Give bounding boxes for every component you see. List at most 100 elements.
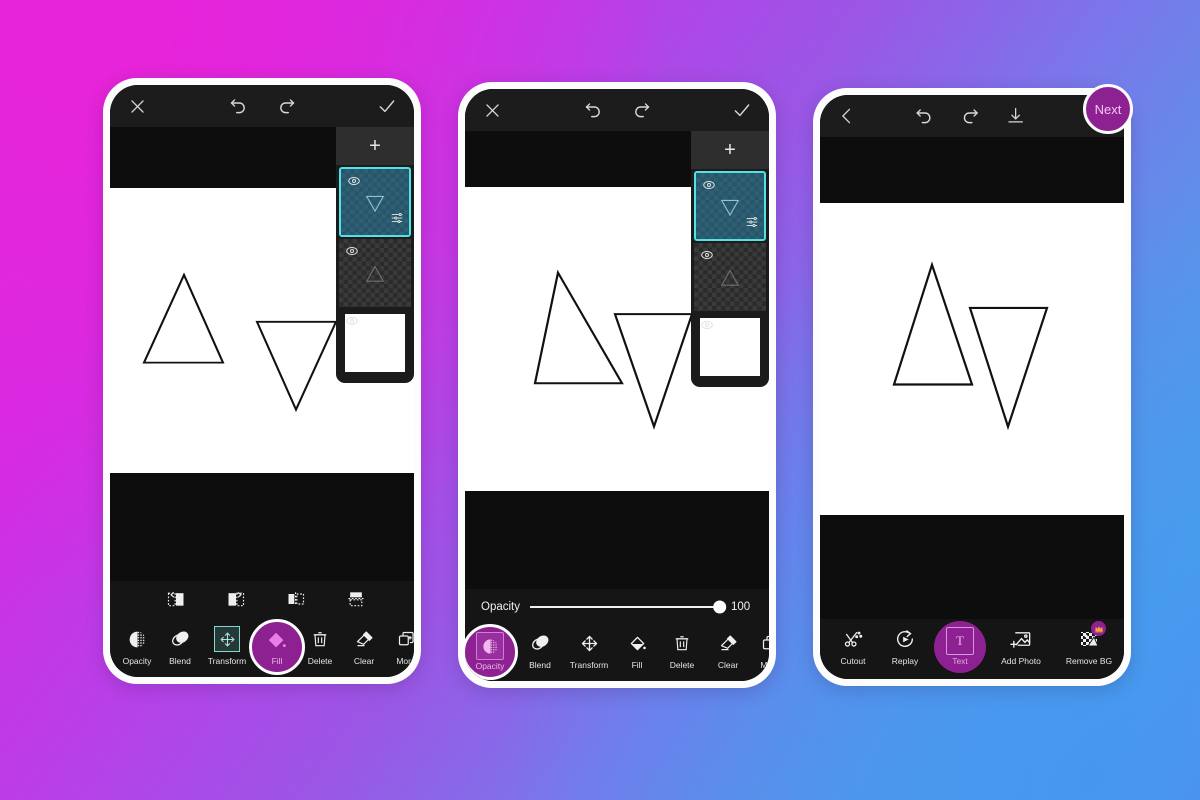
opacity-slider-row: Opacity 100 — [465, 589, 769, 625]
tool-blend[interactable]: Blend — [158, 626, 202, 666]
layer-item[interactable] — [694, 171, 766, 241]
tool-label: Clear — [717, 660, 739, 670]
phone-mockup-2: + Opacity 100 Opacity Blend Transform Fi… — [458, 82, 776, 688]
phone-1-workspace: + — [110, 127, 414, 581]
check-icon[interactable] — [729, 97, 755, 123]
layer-item[interactable] — [694, 243, 766, 311]
layer-adjust-icon[interactable] — [390, 211, 404, 230]
back-icon[interactable] — [834, 103, 860, 129]
blend-icon — [169, 626, 191, 652]
phone-2-workspace: + — [465, 131, 769, 589]
next-button[interactable]: Next — [1083, 84, 1133, 134]
close-icon[interactable] — [479, 97, 505, 123]
phone-mockup-1: + Opacity Blend Transform Fill Delete Cl… — [103, 78, 421, 684]
eye-icon[interactable] — [345, 314, 359, 333]
canvas-shapes — [892, 261, 1049, 431]
phone-1-tools-row: Opacity Blend Transform Fill Delete Clea… — [110, 619, 414, 677]
phone-2-screen: + Opacity 100 Opacity Blend Transform Fi… — [465, 89, 769, 681]
tool-label: More — [760, 660, 769, 670]
phone-2-history-controls — [580, 89, 654, 131]
tool-more[interactable]: More — [751, 630, 769, 670]
tool-transform[interactable]: Transform — [202, 626, 252, 666]
tool-more[interactable]: More — [386, 626, 414, 666]
phone-3-canvas[interactable] — [820, 203, 1124, 515]
eye-icon[interactable] — [345, 244, 359, 263]
text-highlight-button[interactable]: T Text — [934, 621, 986, 673]
flip-vertical-icon[interactable] — [346, 589, 366, 614]
tool-cutout[interactable]: Cutout — [828, 626, 878, 666]
close-icon[interactable] — [124, 93, 150, 119]
add-layer-button[interactable]: + — [336, 127, 414, 165]
eye-icon[interactable] — [347, 174, 361, 193]
remove-bg-icon — [1077, 621, 1106, 652]
rotate-right-icon[interactable] — [226, 589, 246, 614]
fill-highlight-button[interactable]: Fill — [249, 619, 305, 675]
tool-label: Blend — [529, 660, 551, 670]
triangle-down-shape — [968, 306, 1049, 431]
tool-label: Text — [952, 656, 968, 666]
phone-3-workspace — [820, 137, 1124, 619]
redo-icon[interactable] — [628, 97, 654, 123]
layer-item[interactable] — [339, 167, 411, 237]
layer-thumb-triangle-down-icon — [720, 199, 740, 217]
undo-icon[interactable] — [911, 103, 937, 129]
tool-label: Delete — [669, 660, 695, 670]
opacity-icon — [127, 626, 148, 652]
opacity-highlight-button[interactable]: Opacity — [465, 624, 518, 680]
tool-label: Opacity — [475, 661, 505, 671]
triangle-up-shape — [533, 269, 624, 385]
eye-icon[interactable] — [700, 248, 714, 267]
phone-3-topbar — [820, 95, 1124, 137]
phone-3-screen: Cutout Replay T Text Add Photo Remove BG — [820, 95, 1124, 679]
redo-icon[interactable] — [957, 103, 983, 129]
redo-icon[interactable] — [273, 93, 299, 119]
tool-label: Replay — [891, 656, 919, 666]
tool-delete[interactable]: Delete — [659, 630, 705, 670]
layer-item[interactable] — [339, 239, 411, 307]
undo-icon[interactable] — [225, 93, 251, 119]
eye-icon[interactable] — [700, 318, 714, 337]
triangle-up-shape — [892, 261, 974, 386]
rotate-left-icon[interactable] — [166, 589, 186, 614]
layer-thumb-triangle-down-icon — [365, 195, 385, 213]
tool-remove-bg[interactable]: Remove BG — [1054, 621, 1124, 666]
tool-replay[interactable]: Replay — [878, 626, 932, 666]
eye-icon[interactable] — [702, 178, 716, 197]
phone-2-bottom-toolbar: Opacity 100 Opacity Blend Transform Fill… — [465, 589, 769, 681]
fill-icon — [627, 630, 648, 656]
tool-label: Transform — [569, 660, 609, 670]
phone-1-history-controls — [225, 85, 299, 127]
tool-label: Transform — [207, 656, 247, 666]
undo-icon[interactable] — [580, 97, 606, 123]
flip-horizontal-icon[interactable] — [286, 589, 306, 614]
fill-icon — [266, 628, 288, 654]
tool-transform[interactable]: Transform — [563, 630, 615, 670]
triangle-down-shape — [613, 313, 694, 430]
phone-1-layers-panel: + — [336, 127, 414, 383]
layer-item[interactable] — [339, 309, 411, 377]
opacity-slider-knob[interactable] — [713, 600, 727, 614]
trash-icon — [672, 630, 692, 656]
add-layer-button[interactable]: + — [691, 131, 769, 169]
layer-adjust-icon[interactable] — [745, 215, 759, 234]
phone-3-tools-row: Cutout Replay T Text Add Photo Remove BG — [820, 619, 1124, 679]
wallpaper-stage: + Opacity Blend Transform Fill Delete Cl… — [0, 0, 1200, 800]
tool-fill[interactable]: Fill — [615, 630, 659, 670]
phone-2-topbar — [465, 89, 769, 131]
cutout-icon — [842, 626, 864, 652]
phone-3-bottom-toolbar: Cutout Replay T Text Add Photo Remove BG — [820, 619, 1124, 679]
tool-clear[interactable]: Clear — [342, 626, 386, 666]
tool-label: Clear — [353, 656, 375, 666]
phone-1-screen: + Opacity Blend Transform Fill Delete Cl… — [110, 85, 414, 677]
layer-item[interactable] — [694, 313, 766, 381]
blend-icon — [529, 630, 551, 656]
opacity-slider[interactable] — [530, 600, 727, 614]
tool-add-photo[interactable]: Add Photo — [988, 626, 1054, 666]
triangle-down-shape — [255, 320, 338, 413]
check-icon[interactable] — [374, 93, 400, 119]
tool-blend[interactable]: Blend — [517, 630, 563, 670]
tool-clear[interactable]: Clear — [705, 630, 751, 670]
tool-opacity[interactable]: Opacity — [116, 626, 158, 666]
download-icon[interactable] — [1003, 103, 1029, 129]
layer-thumb-triangle-up-icon — [720, 269, 740, 286]
